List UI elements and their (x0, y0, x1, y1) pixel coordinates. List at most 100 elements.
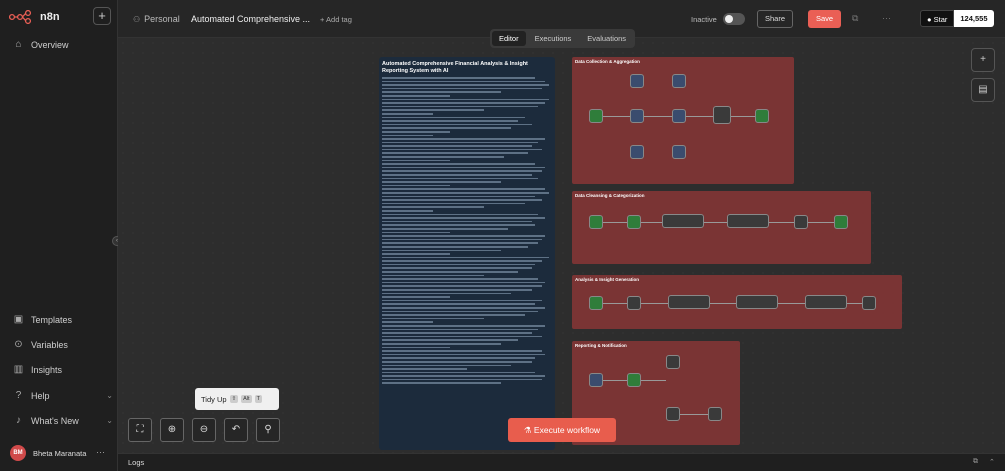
sticky-text-line (382, 357, 535, 359)
node-group-data-cleansing[interactable]: Data Cleansing & Categorization (572, 191, 871, 264)
fit-view-icon[interactable]: ⛶ (128, 418, 152, 442)
workflow-node[interactable] (713, 106, 731, 124)
sticky-title: Automated Comprehensive Financial Analys… (382, 61, 528, 74)
share-button[interactable]: Share (757, 10, 793, 28)
workflow-node[interactable] (630, 145, 644, 159)
tab-editor[interactable]: Editor (492, 31, 526, 46)
sticky-text-line (382, 170, 542, 173)
sticky-text-line (382, 156, 505, 158)
breadcrumb-project[interactable]: Personal (144, 14, 180, 24)
sticky-text-line (382, 141, 539, 144)
add-tag-button[interactable]: + Add tag (320, 15, 352, 24)
workflow-node[interactable] (630, 109, 644, 123)
workflow-node[interactable] (589, 109, 603, 123)
zoom-in-icon[interactable]: ⊕ (160, 418, 184, 442)
sticky-text-line (382, 346, 450, 349)
workflow-node[interactable] (727, 214, 769, 228)
sticky-text-line (382, 177, 539, 180)
more-options-icon[interactable]: ··· (882, 13, 891, 23)
sidebar-item-label: Insights (31, 364, 63, 375)
sidebar: n8n + ⌂ Overview ▣ Templates ⊙ Variables… (0, 0, 122, 471)
sidebar-item-templates[interactable]: ▣ Templates (13, 314, 72, 325)
create-button[interactable]: + (93, 7, 111, 25)
more-options-icon[interactable]: ··· (96, 447, 105, 457)
github-star-button[interactable]: ● Star 124,555 (920, 10, 994, 27)
workflow-node[interactable] (630, 74, 644, 88)
sticky-text-line (382, 94, 450, 97)
workflow-node[interactable] (834, 215, 848, 229)
sidebar-item-label: Overview (31, 39, 69, 50)
history-icon[interactable]: ⧉ (852, 13, 858, 24)
sticky-text-line (382, 371, 535, 374)
workflow-node[interactable] (627, 215, 641, 229)
sticky-text-line (382, 91, 501, 93)
sticky-text-line (382, 317, 484, 320)
workflow-node[interactable] (589, 296, 603, 310)
group-label: Data Cleansing & Categorization (575, 193, 645, 198)
sticky-text-line (382, 224, 535, 226)
user-profile[interactable]: BM Bheta Maranata (10, 445, 86, 461)
add-node-button[interactable]: + (971, 48, 995, 72)
sticky-text-line (382, 310, 539, 313)
sticky-text-line (382, 116, 525, 119)
github-star-label: ● Star (920, 10, 955, 27)
tab-evaluations[interactable]: Evaluations (580, 31, 633, 46)
connection-line (686, 116, 713, 117)
sticky-text-line (382, 199, 542, 201)
undo-icon[interactable]: ↶ (224, 418, 248, 442)
sidebar-item-whats-new[interactable]: ♪ What's New ⌄ (13, 415, 113, 426)
sticky-text-line (382, 217, 546, 219)
sticky-note-button[interactable]: ▤ (971, 78, 995, 102)
sticky-text-line (382, 145, 532, 147)
sticky-text-block (382, 77, 552, 385)
workflow-node[interactable] (589, 215, 603, 229)
sticky-text-line (382, 123, 532, 126)
node-group-analysis[interactable]: Analysis & Insight Generation (572, 275, 902, 329)
sticky-text-line (382, 242, 539, 244)
workflow-node[interactable] (662, 214, 704, 228)
logo[interactable]: n8n (9, 10, 60, 24)
workflow-node[interactable] (755, 109, 769, 123)
tab-executions[interactable]: Executions (528, 31, 579, 46)
sidebar-item-overview[interactable]: ⌂ Overview (13, 39, 69, 50)
sticky-text-line (382, 152, 529, 155)
pop-out-icon[interactable]: ⧉ (973, 458, 978, 466)
tidy-up-icon[interactable]: ⚲ (256, 418, 280, 442)
workflow-title[interactable]: Automated Comprehensive ... (191, 14, 310, 24)
zoom-out-icon[interactable]: ⊖ (192, 418, 216, 442)
connection-line (644, 116, 672, 117)
workflow-node[interactable] (862, 296, 876, 310)
logs-panel-bar[interactable]: Logs ⧉ ⌃ (118, 453, 1005, 471)
workflow-node[interactable] (627, 296, 641, 310)
chevron-up-icon[interactable]: ⌃ (989, 458, 995, 466)
sticky-text-line (382, 256, 549, 259)
workflow-node[interactable] (672, 74, 686, 88)
save-button[interactable]: Save (808, 10, 841, 28)
execute-workflow-button[interactable]: ⚗ Execute workflow (508, 418, 616, 442)
sticky-text-line (382, 278, 539, 280)
workflow-node[interactable] (736, 295, 778, 309)
workflow-node[interactable] (589, 373, 603, 387)
workflow-node[interactable] (672, 109, 686, 123)
breadcrumb[interactable]: ⚇ Personal / (133, 14, 194, 24)
sidebar-item-insights[interactable]: ▥ Insights (13, 364, 62, 375)
workflow-node[interactable] (672, 145, 686, 159)
node-group-data-collection[interactable]: Data Collection & Aggregation (572, 57, 794, 184)
star-text: Star (933, 15, 948, 24)
active-toggle[interactable] (723, 13, 745, 25)
sidebar-item-variables[interactable]: ⊙ Variables (13, 339, 68, 350)
workflow-node[interactable] (794, 215, 808, 229)
workflow-node[interactable] (666, 407, 680, 421)
n8n-logo-icon (9, 10, 32, 24)
workflow-node[interactable] (668, 295, 710, 309)
workflow-node[interactable] (708, 407, 722, 421)
workflow-node[interactable] (627, 373, 641, 387)
sidebar-item-help[interactable]: ? Help ⌄ (13, 390, 113, 401)
workflow-node[interactable] (805, 295, 847, 309)
workflow-node[interactable] (666, 355, 680, 369)
connection-line (808, 222, 834, 223)
sticky-text-line (382, 195, 535, 198)
sticky-note[interactable]: Automated Comprehensive Financial Analys… (379, 57, 555, 450)
sticky-text-line (382, 360, 532, 363)
sticky-text-line (382, 342, 501, 345)
